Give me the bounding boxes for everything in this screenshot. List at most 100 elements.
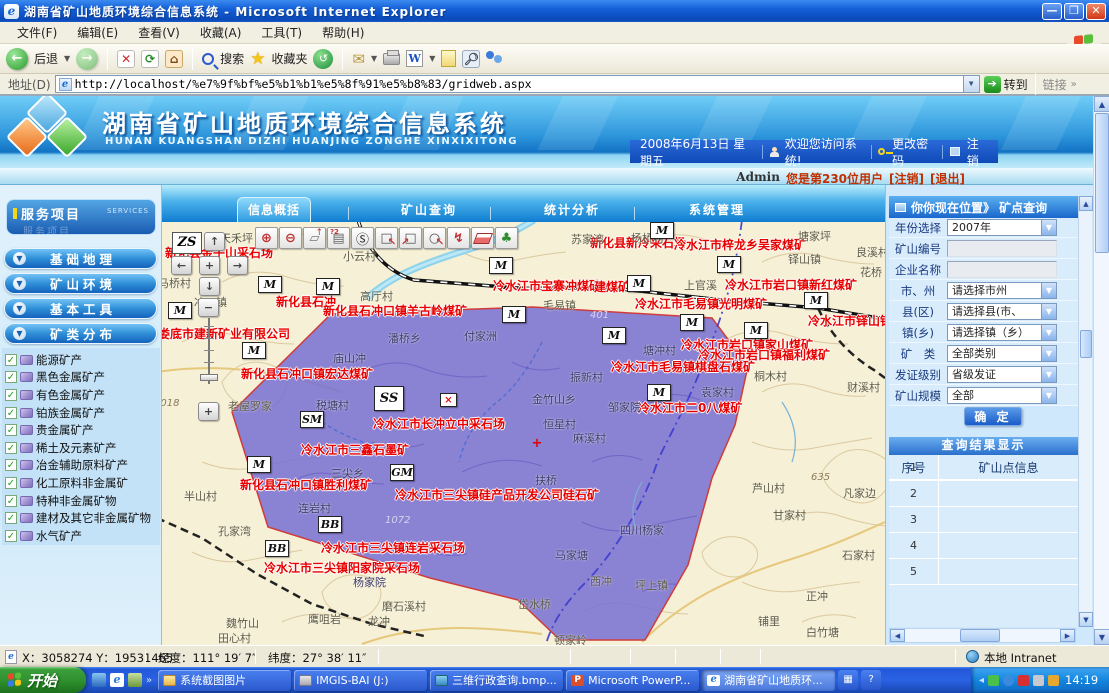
close-button[interactable]: ✕ — [1086, 3, 1106, 20]
sidebar-section-button[interactable]: ▼ 基本工具 — [4, 298, 157, 319]
mine-marker[interactable]: M — [242, 342, 266, 359]
menu-item[interactable]: 帮助(H) — [313, 22, 373, 43]
mine-scale-select[interactable]: 全部▼ — [947, 387, 1057, 404]
messenger-button[interactable] — [486, 51, 504, 67]
dropdown-arrow-icon[interactable]: ▼ — [1041, 325, 1056, 340]
favorites-icon[interactable]: ★ — [250, 49, 265, 69]
address-input[interactable] — [75, 77, 955, 91]
map-tool-button[interactable] — [423, 227, 446, 249]
layer-item[interactable]: ✓ 化工原料非金属矿 — [2, 474, 160, 492]
mine-marker[interactable]: M — [247, 456, 271, 473]
mine-marker[interactable]: M — [804, 292, 828, 309]
tray-icon-green[interactable] — [988, 675, 999, 686]
search-icon[interactable] — [202, 53, 214, 65]
mine-marker[interactable]: × — [440, 393, 457, 407]
go-button[interactable]: ➔ 转到 — [984, 76, 1028, 93]
mail-button[interactable]: ✉ — [352, 50, 365, 68]
layer-item[interactable]: ✓ 建材及其它非金属矿物 — [2, 509, 160, 527]
logout-link[interactable]: 注销 — [967, 135, 988, 169]
change-password-link[interactable]: 更改密码 — [892, 135, 935, 169]
mine-marker[interactable]: SS — [374, 386, 404, 411]
scroll-thumb[interactable] — [1080, 330, 1092, 358]
mine-marker[interactable]: M — [168, 302, 192, 319]
city-select[interactable]: 请选择市州▼ — [947, 282, 1057, 299]
start-button[interactable]: 开始 — [0, 667, 86, 693]
sidebar-section-button[interactable]: ▼ 矿类分布 — [4, 323, 157, 344]
tray-collapse-icon[interactable]: ◂ — [979, 675, 984, 686]
county-select[interactable]: 请选择县(市、▼ — [947, 303, 1057, 320]
table-row[interactable]: 1 — [889, 455, 1078, 481]
layer-checkbox[interactable]: ✓ — [5, 389, 17, 401]
layer-checkbox[interactable]: ✓ — [5, 407, 17, 419]
ie-quicklaunch-icon[interactable]: e — [110, 673, 124, 687]
layer-item[interactable]: ✓ 铂族金属矿产 — [2, 404, 160, 422]
layer-checkbox[interactable]: ✓ — [5, 459, 17, 471]
keyboard-layout-button[interactable]: ▦ — [838, 670, 858, 690]
stop-button[interactable]: ✕ — [117, 50, 135, 68]
dropdown-arrow-icon[interactable]: ▼ — [1041, 283, 1056, 298]
history-button[interactable]: ↺ — [313, 49, 333, 69]
map-tool-button[interactable] — [327, 227, 350, 249]
panel-horizontal-scrollbar[interactable]: ◀ ▶ — [889, 628, 1076, 643]
pan-right-icon[interactable]: → — [227, 256, 248, 275]
dropdown-arrow-icon[interactable]: ▼ — [1041, 388, 1056, 403]
page-vertical-scrollbar[interactable]: ▲ ▼ — [1093, 96, 1109, 645]
tab-statistics[interactable]: 统计分析 — [522, 201, 622, 218]
tab-info-summary[interactable]: 信息概括 — [237, 197, 311, 222]
quicklaunch-more-icon[interactable]: » — [146, 675, 152, 686]
taskbar-button[interactable]: 系统截图图片 — [158, 670, 291, 691]
scroll-down-icon[interactable]: ▼ — [1079, 612, 1093, 627]
search-label[interactable]: 搜索 — [220, 50, 244, 67]
table-row[interactable]: 3 — [889, 507, 1078, 533]
back-label[interactable]: 后退 — [34, 50, 58, 67]
map-tool-button[interactable] — [447, 227, 470, 249]
map-tool-button[interactable] — [279, 227, 302, 249]
layer-checkbox[interactable]: ✓ — [5, 477, 17, 489]
layer-checkbox[interactable]: ✓ — [5, 495, 17, 507]
help-button[interactable]: ? — [861, 670, 881, 690]
menu-item[interactable]: 工具(T) — [252, 22, 311, 43]
table-row[interactable]: 2 — [889, 481, 1078, 507]
mine-marker[interactable]: M — [647, 384, 671, 401]
back-dropdown-icon[interactable]: ▼ — [64, 54, 70, 63]
discuss-button[interactable]: 🔎︎ — [462, 50, 480, 68]
pan-left-icon[interactable]: ← — [171, 256, 192, 275]
edit-word-button[interactable]: W — [406, 50, 423, 67]
map-tool-button[interactable] — [303, 227, 326, 249]
notes-button[interactable] — [441, 50, 456, 67]
taskbar-button[interactable]: 三维行政查询.bmp... — [430, 670, 563, 691]
map-tool-button[interactable] — [495, 227, 518, 249]
zoom-slider-minus[interactable]: − — [198, 298, 219, 317]
year-select[interactable]: 2007年▼ — [947, 219, 1057, 236]
mine-marker[interactable]: BB — [318, 516, 342, 533]
menu-item[interactable]: 编辑(E) — [68, 22, 127, 43]
map-canvas[interactable]: 新化县金子山采石场新化县新冷采石场冷水江市梓龙乡吴家煤矿冷水江市宝寨冲煤矿建煤矿… — [162, 222, 885, 645]
scroll-thumb[interactable] — [960, 629, 1000, 642]
scroll-right-icon[interactable]: ▶ — [1060, 629, 1075, 642]
scroll-left-icon[interactable]: ◀ — [890, 629, 905, 642]
taskbar-button[interactable]: IMGIS-BAI (J:) — [294, 670, 427, 691]
mine-marker[interactable]: BB — [265, 540, 289, 557]
zoom-slider-plus[interactable]: + — [198, 402, 219, 421]
map-tool-button[interactable] — [471, 227, 494, 249]
favorites-label[interactable]: 收藏夹 — [271, 50, 307, 67]
company-input[interactable] — [947, 261, 1057, 278]
refresh-button[interactable]: ⟳ — [141, 50, 159, 68]
menu-item[interactable]: 查看(V) — [129, 22, 189, 43]
tab-system-admin[interactable]: 系统管理 — [667, 201, 767, 218]
center-icon[interactable]: + — [199, 256, 220, 275]
dropdown-arrow-icon[interactable]: ▼ — [1041, 220, 1056, 235]
taskbar-button[interactable]: Microsoft PowerP... — [566, 670, 699, 691]
maximize-button[interactable]: ❐ — [1064, 3, 1084, 20]
panel-vertical-scrollbar[interactable]: ▲ ▼ — [1078, 196, 1092, 627]
map-tool-button[interactable] — [255, 227, 278, 249]
tray-icon-yellow[interactable] — [1048, 675, 1059, 686]
sidebar-section-button[interactable]: ▼ 基础地理 — [4, 248, 157, 269]
app-quicklaunch-icon[interactable] — [128, 673, 142, 687]
map-tool-button[interactable] — [375, 227, 398, 249]
confirm-button[interactable]: 确 定 — [964, 407, 1022, 426]
clock[interactable]: 14:19 — [1065, 673, 1098, 687]
mine-marker[interactable]: M — [602, 327, 626, 344]
table-row[interactable]: 4 — [889, 533, 1078, 559]
mine-marker[interactable]: M — [627, 275, 651, 292]
